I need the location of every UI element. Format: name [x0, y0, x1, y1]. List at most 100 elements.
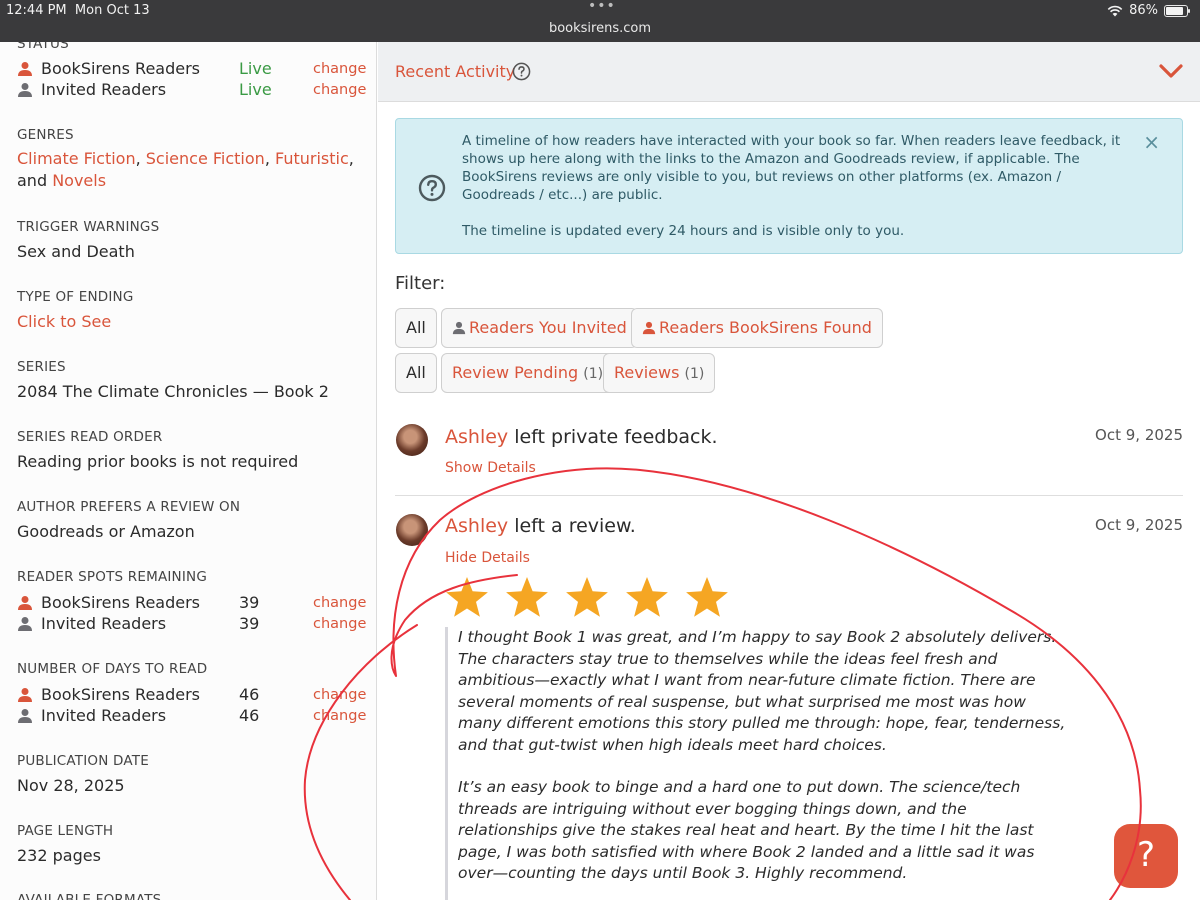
days-row-name: BookSirens Readers: [41, 685, 201, 704]
author-prefers-label: AUTHOR PREFERS A REVIEW ON: [17, 499, 241, 515]
days-to-read-label: NUMBER OF DAYS TO READ: [17, 661, 208, 677]
change-link[interactable]: change: [313, 708, 366, 724]
filter-label: Filter:: [395, 273, 446, 294]
series-value: 2084 The Climate Chronicles — Book 2: [17, 382, 329, 401]
days-row-name: Invited Readers: [41, 706, 167, 725]
status-row-value: Live: [239, 80, 272, 99]
book-details-sidebar[interactable]: STATUS BookSirens Readers Live change In…: [0, 42, 377, 900]
series-read-order-value: Reading prior books is not required: [17, 452, 299, 471]
status-row-name: BookSirens Readers: [41, 59, 201, 78]
star-rating: [446, 577, 728, 617]
reader-name-link[interactable]: Ashley: [445, 515, 508, 537]
genres-list: Climate Fiction, Science Fiction, Futuri…: [17, 149, 354, 190]
type-of-ending-label: TYPE OF ENDING: [17, 289, 134, 305]
avatar: [396, 514, 428, 546]
status-time: 12:44 PM Mon Oct 13: [6, 3, 150, 18]
chevron-down-icon[interactable]: [1158, 62, 1184, 80]
series-label: SERIES: [17, 359, 66, 375]
info-paragraph: A timeline of how readers have interacte…: [462, 133, 1121, 203]
status-row-value: Live: [239, 59, 272, 78]
filter-all-status-button[interactable]: All: [395, 353, 437, 393]
reader-spots-label: READER SPOTS REMAINING: [17, 569, 207, 585]
star-icon: [686, 577, 728, 617]
person-orange-icon: [18, 688, 32, 702]
spots-row-booksirens: BookSirens Readers 39 change: [17, 593, 366, 615]
ios-status-bar: 12:44 PM Mon Oct 13 ••• booksirens.com 8…: [0, 0, 1200, 42]
genre-link[interactable]: Climate Fiction: [17, 149, 136, 168]
help-circle-icon[interactable]: [512, 62, 531, 81]
entry-divider: [395, 495, 1183, 496]
review-paragraph: It’s an easy book to binge and a hard on…: [458, 778, 1035, 882]
activity-entry-date: Oct 9, 2025: [1095, 426, 1183, 444]
battery-icon: [1164, 4, 1190, 17]
person-gray-icon: [18, 83, 32, 97]
change-link[interactable]: change: [313, 616, 366, 632]
filter-review-pending-button[interactable]: Review Pending (1): [441, 353, 615, 393]
filter-reviews-button[interactable]: Reviews (1): [603, 353, 716, 393]
battery-percent: 86%: [1129, 3, 1158, 18]
spots-row-name: Invited Readers: [41, 614, 167, 633]
click-to-see-link[interactable]: Click to See: [17, 312, 111, 331]
person-orange-icon: [18, 596, 32, 610]
help-chat-button[interactable]: ?: [1114, 824, 1178, 888]
publication-date-value: Nov 28, 2025: [17, 776, 125, 795]
genre-link[interactable]: Futuristic: [275, 149, 349, 168]
person-gray-icon: [452, 321, 466, 335]
days-row-value: 46: [239, 706, 260, 725]
genres-label: GENRES: [17, 127, 74, 143]
trigger-warnings-label: TRIGGER WARNINGS: [17, 219, 160, 235]
activity-entry-title: Ashley left a review.: [445, 515, 636, 537]
review-paragraph: I thought Book 1 was great, and I’m happ…: [458, 628, 1066, 754]
status-row-booksirens: BookSirens Readers Live change: [17, 59, 366, 81]
info-text: A timeline of how readers have interacte…: [462, 132, 1122, 240]
change-link[interactable]: change: [313, 61, 366, 77]
status-right: 86%: [1107, 3, 1190, 18]
change-link[interactable]: change: [313, 82, 366, 98]
star-icon: [626, 577, 668, 617]
person-orange-icon: [642, 321, 656, 335]
filter-readers-invited-button[interactable]: Readers You Invited: [441, 308, 638, 348]
genre-link[interactable]: Science Fiction: [146, 149, 265, 168]
trigger-warnings-value: Sex and Death: [17, 242, 135, 261]
status-label: STATUS: [17, 42, 69, 52]
star-icon: [566, 577, 608, 617]
series-read-order-label: SERIES READ ORDER: [17, 429, 163, 445]
review-text: I thought Book 1 was great, and I’m happ…: [445, 627, 1070, 900]
question-circle-icon: [418, 174, 446, 202]
show-details-link[interactable]: Show Details: [445, 460, 536, 476]
timeline-info-box: A timeline of how readers have interacte…: [395, 118, 1183, 254]
close-icon[interactable]: ×: [1143, 132, 1160, 152]
page-length-value: 232 pages: [17, 846, 101, 865]
days-row-booksirens: BookSirens Readers 46 change: [17, 685, 366, 707]
person-gray-icon: [18, 617, 32, 631]
change-link[interactable]: change: [313, 687, 366, 703]
address-bar-url[interactable]: booksirens.com: [0, 21, 1200, 36]
spots-row-value: 39: [239, 593, 260, 612]
spots-row-value: 39: [239, 614, 260, 633]
activity-entry-title: Ashley left private feedback.: [445, 426, 718, 448]
multitask-dots[interactable]: •••: [588, 0, 616, 14]
wifi-icon: [1107, 5, 1123, 16]
change-link[interactable]: change: [313, 595, 366, 611]
recent-activity-header[interactable]: Recent Activity: [378, 42, 1200, 102]
star-icon: [446, 577, 488, 617]
info-paragraph: The timeline is updated every 24 hours a…: [462, 223, 905, 239]
reader-name-link[interactable]: Ashley: [445, 426, 508, 448]
avatar: [396, 424, 428, 456]
days-row-invited: Invited Readers 46 change: [17, 706, 366, 728]
author-prefers-value: Goodreads or Amazon: [17, 522, 195, 541]
filter-all-readers-button[interactable]: All: [395, 308, 437, 348]
days-row-value: 46: [239, 685, 260, 704]
spots-row-name: BookSirens Readers: [41, 593, 201, 612]
star-icon: [506, 577, 548, 617]
activity-entry-date: Oct 9, 2025: [1095, 516, 1183, 534]
available-formats-label: AVAILABLE FORMATS: [17, 892, 162, 900]
page-length-label: PAGE LENGTH: [17, 823, 114, 839]
person-gray-icon: [18, 709, 32, 723]
recent-activity-title: Recent Activity: [395, 62, 516, 81]
filter-readers-booksirens-button[interactable]: Readers BookSirens Found: [631, 308, 883, 348]
spots-row-invited: Invited Readers 39 change: [17, 614, 366, 636]
genre-link[interactable]: Novels: [52, 171, 106, 190]
hide-details-link[interactable]: Hide Details: [445, 550, 530, 566]
publication-date-label: PUBLICATION DATE: [17, 753, 149, 769]
